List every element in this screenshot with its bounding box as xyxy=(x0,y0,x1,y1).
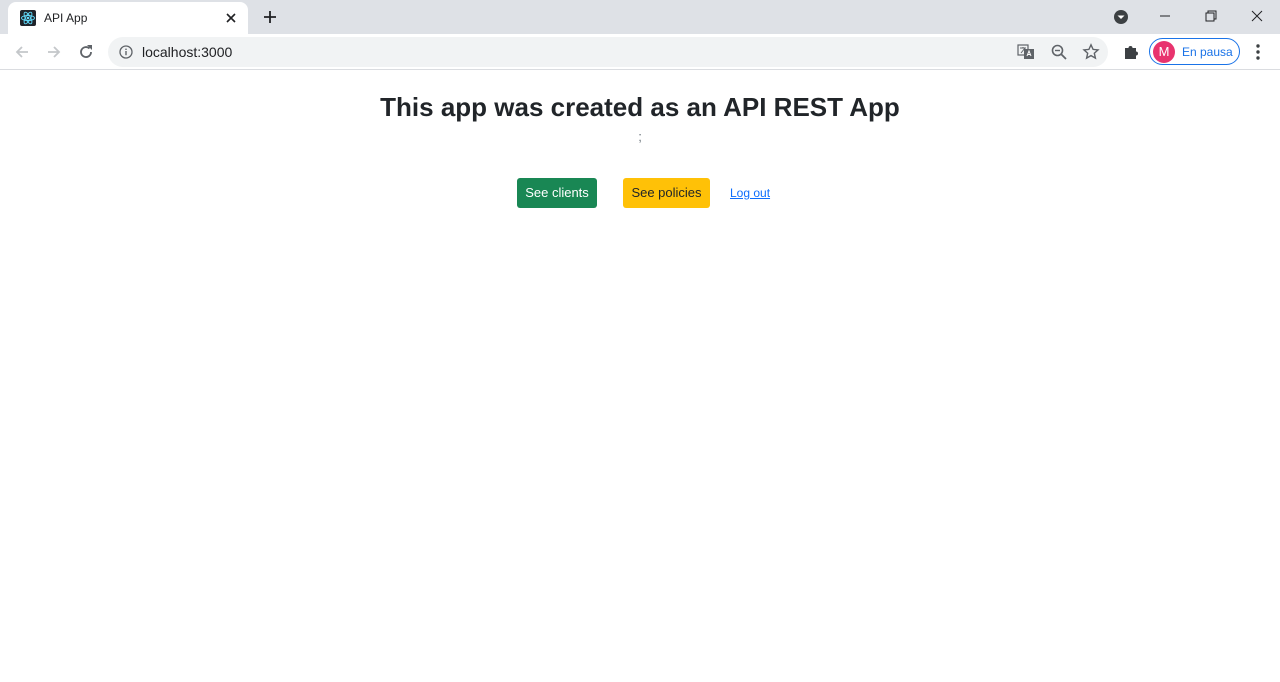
forward-button[interactable] xyxy=(42,40,66,64)
tab-search-icon[interactable] xyxy=(1110,6,1132,28)
page-title: This app was created as an API REST App xyxy=(380,92,900,122)
restore-icon xyxy=(1205,10,1217,22)
see-clients-button[interactable]: See clients xyxy=(517,178,597,208)
browser-tab[interactable]: API App xyxy=(8,2,248,34)
extensions-puzzle-icon[interactable] xyxy=(1121,42,1141,62)
profile-button[interactable]: M En pausa xyxy=(1149,38,1240,65)
kebab-menu-icon[interactable] xyxy=(1248,42,1268,62)
minimize-button[interactable] xyxy=(1142,0,1188,32)
tab-title: API App xyxy=(44,11,88,25)
arrow-right-icon xyxy=(48,46,61,58)
zoom-out-icon[interactable] xyxy=(1050,43,1068,61)
browser-toolbar: localhost:3000 M En pausa xyxy=(0,34,1280,70)
page-content: This app was created as an API REST App … xyxy=(0,71,1280,682)
reload-icon xyxy=(80,45,92,58)
url-text: localhost:3000 xyxy=(142,44,233,60)
restore-button[interactable] xyxy=(1188,0,1234,32)
avatar: M xyxy=(1153,41,1175,63)
close-window-button[interactable] xyxy=(1234,0,1280,32)
react-logo-icon xyxy=(20,10,36,26)
profile-status: En pausa xyxy=(1182,45,1233,59)
page-subtext: ; xyxy=(638,129,642,144)
see-policies-button[interactable]: See policies xyxy=(623,178,710,208)
address-bar[interactable]: localhost:3000 xyxy=(108,37,1108,67)
tab-close-icon[interactable] xyxy=(222,9,240,27)
info-icon[interactable] xyxy=(119,45,133,59)
tab-strip: API App xyxy=(0,0,1280,34)
minimize-icon xyxy=(1160,15,1170,17)
new-tab-icon[interactable] xyxy=(259,6,281,28)
back-button[interactable] xyxy=(10,40,34,64)
bookmark-star-icon[interactable] xyxy=(1082,43,1100,61)
close-icon xyxy=(1251,10,1263,22)
arrow-left-icon xyxy=(15,46,28,58)
logout-link[interactable]: Log out xyxy=(730,185,770,201)
reload-button[interactable] xyxy=(74,40,98,64)
translate-icon[interactable] xyxy=(1017,43,1035,61)
